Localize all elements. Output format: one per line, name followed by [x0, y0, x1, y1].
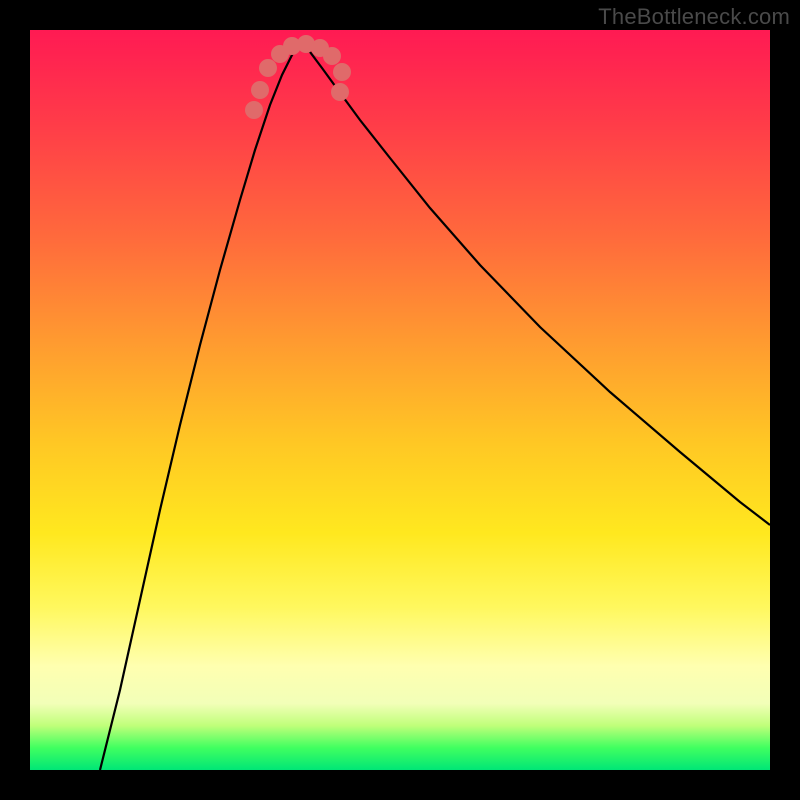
valley-marker: [251, 81, 269, 99]
valley-marker: [259, 59, 277, 77]
plot-area: [30, 30, 770, 770]
valley-marker: [333, 63, 351, 81]
curve-group: [100, 42, 770, 770]
valley-markers-group: [245, 35, 351, 119]
curve-right-branch: [300, 42, 770, 525]
valley-marker: [245, 101, 263, 119]
valley-marker: [331, 83, 349, 101]
chart-svg: [30, 30, 770, 770]
watermark-text: TheBottleneck.com: [598, 4, 790, 30]
curve-left-branch: [100, 42, 300, 770]
valley-marker: [323, 47, 341, 65]
chart-frame: TheBottleneck.com: [0, 0, 800, 800]
